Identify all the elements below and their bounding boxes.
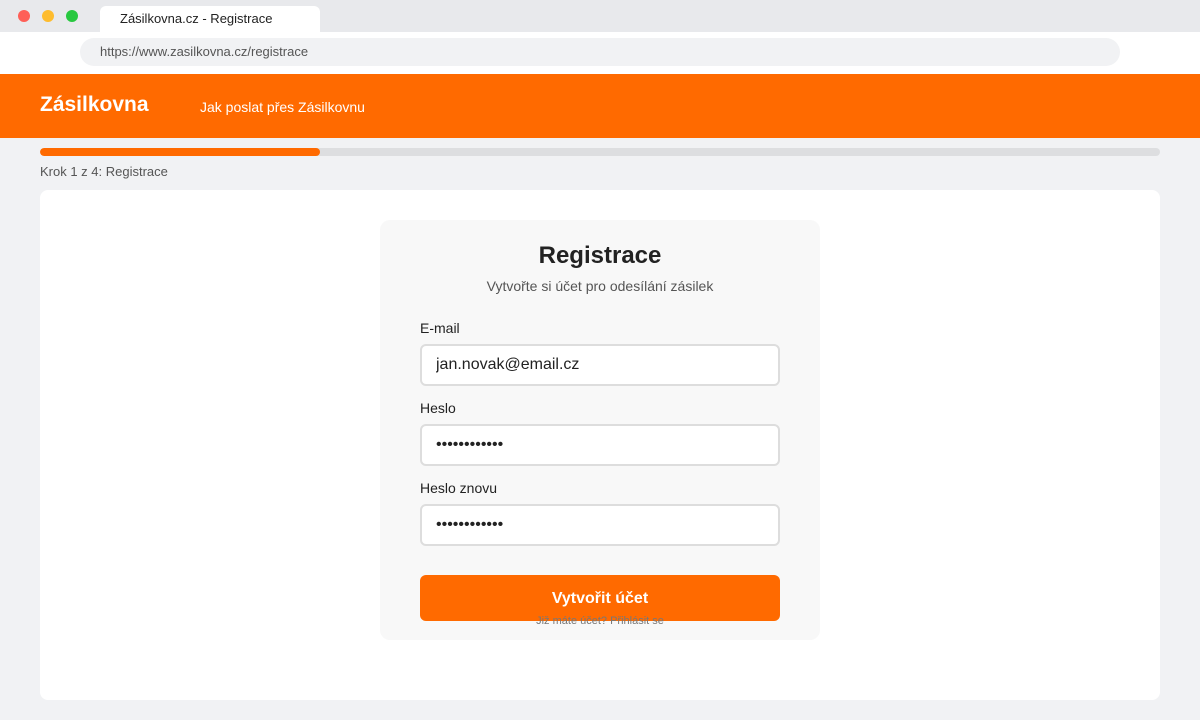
progress-bar <box>40 148 1160 156</box>
address-bar-area: https://www.zasilkovna.cz/registrace <box>0 32 1200 74</box>
login-prompt: Již máte účet? Přihlásit se <box>380 615 820 627</box>
email-field[interactable] <box>420 344 780 386</box>
main-card: Registrace Vytvořte si účet pro odesílán… <box>40 190 1160 700</box>
minimize-window-button[interactable] <box>42 10 54 22</box>
form-subtitle: Vytvořte si účet pro odesílání zásilek <box>486 278 714 294</box>
progress-bar-fill <box>40 148 320 156</box>
registration-form: Registrace Vytvořte si účet pro odesílán… <box>380 220 820 640</box>
password-confirm-field[interactable] <box>420 504 780 546</box>
form-title: Registrace <box>538 242 662 269</box>
login-link[interactable]: Přihlásit se <box>610 615 664 627</box>
browser-tab[interactable]: Zásilkovna.cz - Registrace <box>100 6 320 32</box>
email-label: E-mail <box>420 320 460 336</box>
nav-link-how-to-send[interactable]: Jak poslat přes Zásilkovnu <box>200 99 365 115</box>
password-label: Heslo <box>420 400 456 416</box>
maximize-window-button[interactable] <box>66 10 78 22</box>
url-field[interactable]: https://www.zasilkovna.cz/registrace <box>80 38 1120 66</box>
browser-tab-bar: Zásilkovna.cz - Registrace <box>0 0 1200 32</box>
close-window-button[interactable] <box>18 10 30 22</box>
password-confirm-label: Heslo znovu <box>420 480 498 496</box>
site-header: Zásilkovna Jak poslat přes Zásilkovnu <box>0 74 1200 138</box>
site-logo[interactable]: Zásilkovna <box>40 93 149 117</box>
login-question: Již máte účet? <box>536 615 608 627</box>
step-label: Krok 1 z 4: Registrace <box>40 164 168 179</box>
password-field[interactable] <box>420 424 780 466</box>
